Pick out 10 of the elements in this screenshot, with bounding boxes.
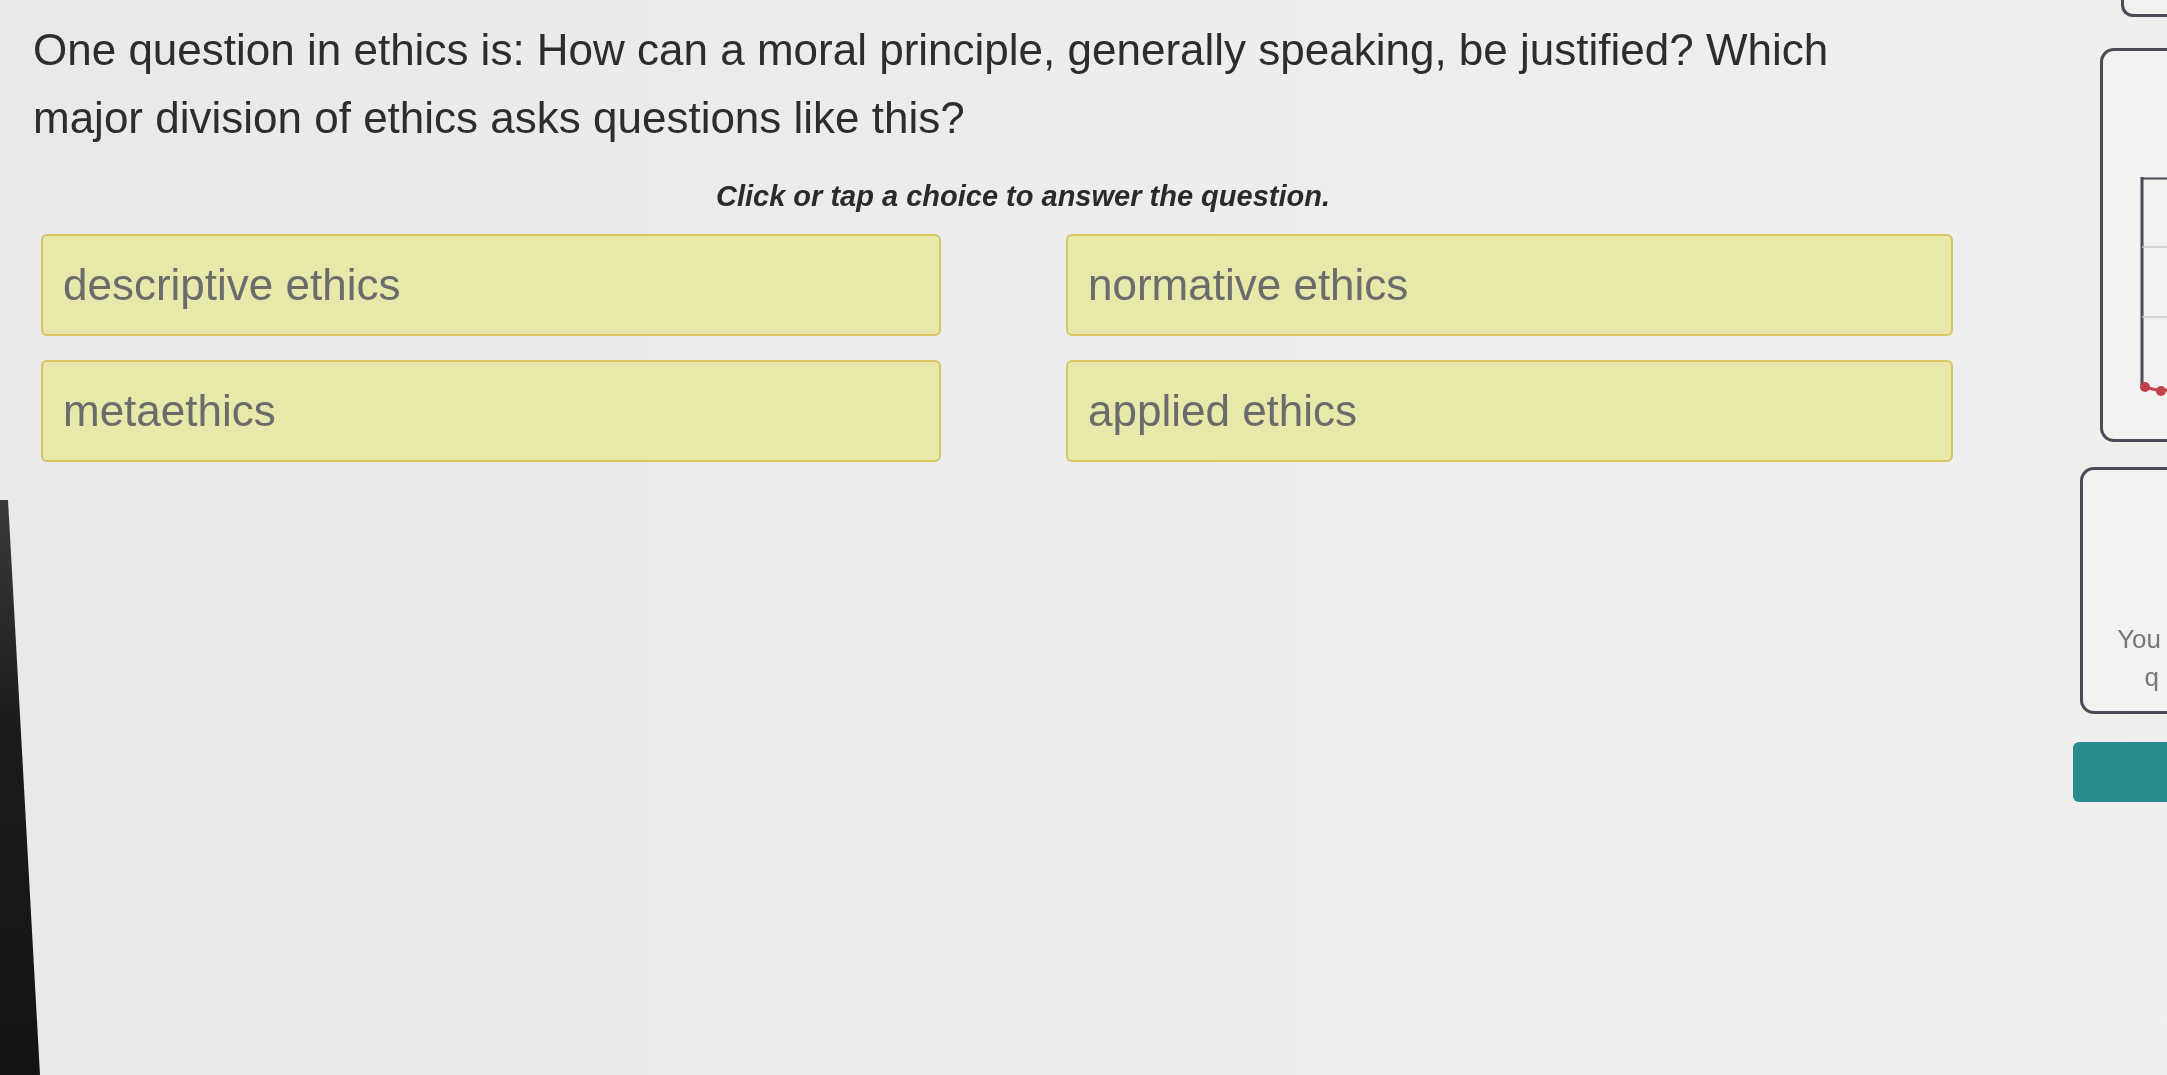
info-text: q <box>2144 661 2160 694</box>
action-button[interactable] <box>2073 742 2167 802</box>
question-text: One question in ethics is: How can a moral principle, generally speaking, be justified? Which major division of ethics asks questions like this? <box>33 24 1830 144</box>
instruction-text: Click or tap a choice to answer the question. <box>715 179 1331 214</box>
answer-choice[interactable]: descriptive ethics <box>41 234 941 336</box>
answer-choice[interactable]: metaethics <box>41 360 941 462</box>
answer-choice[interactable]: applied ethics <box>1066 360 1953 462</box>
answer-choice[interactable]: normative ethics <box>1066 234 1953 336</box>
panel-card <box>2121 0 2167 17</box>
info-text: You <box>2117 623 2162 656</box>
